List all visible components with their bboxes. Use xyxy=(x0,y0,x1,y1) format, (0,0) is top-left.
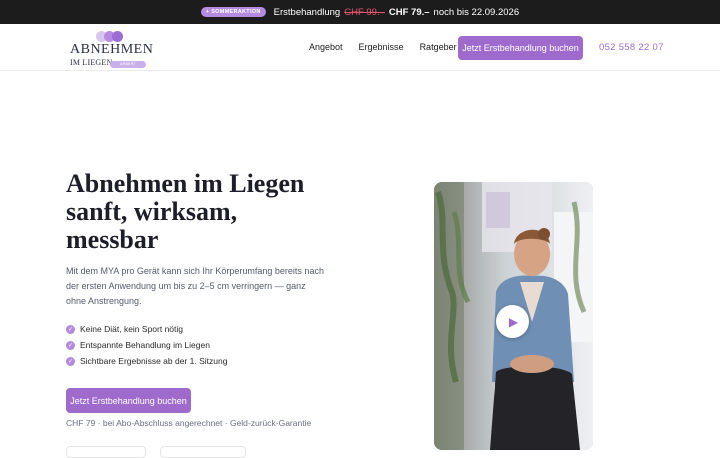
hero-title-line: messbar xyxy=(66,225,159,254)
benefit-label: Entspannte Behandlung im Liegen xyxy=(80,340,210,350)
benefit-list: ✓ Keine Diät, kein Sport nötig ✓ Entspan… xyxy=(66,324,227,366)
site-header: ABNEHMEN IM LIEGEN ARBERT Angebot Ergebn… xyxy=(0,24,720,71)
promo-badge: + SOMMERAKTION xyxy=(200,7,266,17)
logo[interactable]: ABNEHMEN IM LIEGEN ARBERT xyxy=(70,31,154,68)
hero-title-line: sanft, wirksam, xyxy=(66,197,238,226)
logo-brand: ABNEHMEN xyxy=(70,42,154,57)
promo-bar: + SOMMERAKTION Erstbehandlung CHF 99.– C… xyxy=(0,0,720,24)
check-icon: ✓ xyxy=(66,356,75,366)
benefit-item: ✓ Entspannte Behandlung im Liegen xyxy=(66,340,227,350)
benefit-label: Sichtbare Ergebnisse ab der 1. Sitzung xyxy=(80,356,228,366)
secondary-button[interactable] xyxy=(66,446,146,458)
logo-tag: ARBERT xyxy=(110,61,146,68)
check-icon: ✓ xyxy=(66,324,75,334)
promo-old-price: CHF 99.– xyxy=(344,6,385,18)
nav-item-ergebnisse[interactable]: Ergebnisse xyxy=(359,42,404,52)
play-button[interactable]: ▶ xyxy=(496,305,529,338)
hero-title-line: Abnehmen im Liegen xyxy=(66,169,305,198)
header-book-button[interactable]: Jetzt Erstbehandlung buchen xyxy=(458,36,583,60)
hero-book-button[interactable]: Jetzt Erstbehandlung buchen xyxy=(66,388,191,413)
hero-description: Mit dem MYA pro Gerät kann sich Ihr Körp… xyxy=(66,266,324,306)
benefit-label: Keine Diät, kein Sport nötig xyxy=(80,324,184,334)
price-note: CHF 79 · bei Abo-Abschluss angerechnet ·… xyxy=(66,418,312,428)
play-icon: ▶ xyxy=(508,314,519,329)
main-nav: Angebot Ergebnisse Ratgeber xyxy=(309,42,457,52)
hero-video[interactable]: ▶ xyxy=(434,182,593,450)
benefit-item: ✓ Sichtbare Ergebnisse ab der 1. Sitzung xyxy=(66,356,227,366)
nav-item-ratgeber[interactable]: Ratgeber xyxy=(420,42,457,52)
promo-new-price: CHF 79.– xyxy=(388,6,430,18)
promo-until: noch bis 22.09.2026 xyxy=(433,6,520,18)
benefit-item: ✓ Keine Diät, kein Sport nötig xyxy=(66,324,227,334)
promo-offer: Erstbehandlung CHF 99.– CHF 79.– noch bi… xyxy=(274,7,519,18)
promo-offer-label: Erstbehandlung xyxy=(273,6,341,18)
phone-link[interactable]: 052 558 22 07 xyxy=(599,42,664,53)
hero-title: Abnehmen im Liegen sanft, wirksam, messb… xyxy=(66,170,366,254)
secondary-button[interactable] xyxy=(160,446,246,458)
logo-mark-icon xyxy=(96,31,126,42)
logo-subtitle: IM LIEGEN xyxy=(70,58,113,67)
check-icon: ✓ xyxy=(66,340,75,350)
nav-item-angebot[interactable]: Angebot xyxy=(309,42,343,52)
